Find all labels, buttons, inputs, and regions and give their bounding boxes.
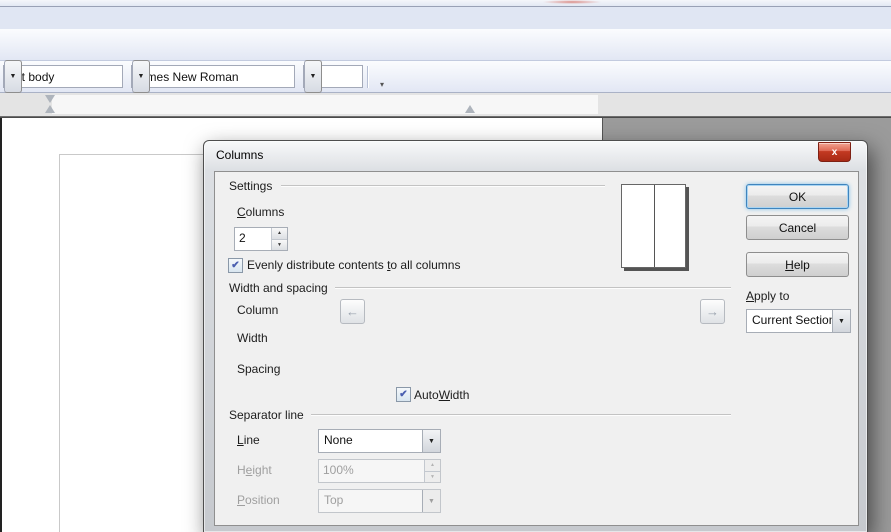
close-icon[interactable]: x bbox=[818, 142, 851, 162]
arrow-right-icon: → bbox=[706, 304, 719, 319]
standard-toolbar bbox=[0, 29, 891, 61]
separator-line-value: None bbox=[319, 430, 422, 452]
chevron-down-icon[interactable]: ▼ bbox=[422, 430, 440, 452]
separator-line-dropdown[interactable]: None ▼ bbox=[318, 429, 441, 453]
apply-to-dropdown[interactable]: Current Section ▼ bbox=[746, 309, 851, 333]
evenly-distribute-label: Evenly distribute contents to all column… bbox=[247, 258, 460, 272]
ruler-page-area bbox=[52, 95, 598, 114]
font-size-combo[interactable]: 12 ▼ bbox=[303, 65, 363, 88]
dialog-client-area: Settings Columns 2 ▲▼ ✔ Evenly distribut… bbox=[214, 171, 859, 526]
group-divider bbox=[281, 185, 605, 186]
help-button[interactable]: Help bbox=[746, 252, 849, 277]
chevron-down-icon[interactable]: ▼ bbox=[304, 60, 322, 93]
dialog-title: Columns bbox=[216, 148, 263, 162]
group-divider bbox=[335, 287, 731, 288]
position-label: Position bbox=[237, 493, 280, 507]
separator-group-label: Separator line bbox=[229, 408, 304, 422]
settings-group-label: Settings bbox=[229, 179, 272, 193]
spin-down-icon: ▼ bbox=[425, 472, 440, 483]
right-indent-marker[interactable] bbox=[465, 105, 475, 113]
height-label: Height bbox=[237, 463, 272, 477]
width-label: Width bbox=[237, 331, 268, 345]
first-line-indent-marker[interactable] bbox=[45, 95, 55, 103]
evenly-distribute-checkbox[interactable]: ✔ bbox=[228, 258, 243, 273]
apply-to-label: Apply to bbox=[746, 289, 789, 303]
separator-height-spinner: 100% ▲▼ bbox=[318, 459, 441, 483]
spin-up-icon: ▲ bbox=[425, 460, 440, 472]
autowidth-label: AutoWidth bbox=[414, 388, 469, 402]
chevron-down-icon[interactable]: ▼ bbox=[132, 60, 150, 93]
chevron-down-icon[interactable]: ▼ bbox=[832, 310, 850, 332]
columns-preview bbox=[621, 184, 686, 268]
column-row-label: Column bbox=[237, 303, 278, 317]
separator-height-value: 100% bbox=[319, 460, 424, 482]
window-top-border bbox=[0, 0, 891, 7]
columns-count-spinner[interactable]: 2 ▲▼ bbox=[234, 227, 288, 251]
spacing-label: Spacing bbox=[237, 362, 280, 376]
background-window-remnant bbox=[542, 0, 602, 4]
formatting-toolbar: ext body ▼ Times New Roman ▼ 12 ▼ ▾ bbox=[0, 61, 891, 93]
application-window: ext body ▼ Times New Roman ▼ 12 ▼ ▾ Colu… bbox=[0, 0, 891, 532]
arrow-left-icon: ← bbox=[346, 304, 359, 319]
spin-up-icon[interactable]: ▲ bbox=[272, 228, 287, 240]
autowidth-checkbox[interactable]: ✔ bbox=[396, 387, 411, 402]
separator-position-value: Top bbox=[319, 490, 422, 512]
line-label: Line bbox=[237, 433, 260, 447]
columns-label: Columns bbox=[237, 205, 284, 219]
spin-down-icon[interactable]: ▼ bbox=[272, 240, 287, 251]
chevron-down-icon[interactable]: ▼ bbox=[4, 60, 22, 93]
paragraph-style-combo[interactable]: ext body ▼ bbox=[3, 65, 123, 88]
ok-button[interactable]: OK bbox=[746, 184, 849, 209]
left-indent-marker[interactable] bbox=[45, 105, 55, 113]
menu-view[interactable] bbox=[8, 15, 26, 21]
separator-position-dropdown: Top ▼ bbox=[318, 489, 441, 513]
width-spacing-group-label: Width and spacing bbox=[229, 281, 328, 295]
group-divider bbox=[311, 414, 731, 415]
apply-to-value: Current Section bbox=[747, 310, 832, 332]
chevron-down-icon: ▼ bbox=[422, 490, 440, 512]
previous-column-button[interactable]: ← bbox=[340, 299, 365, 324]
font-name-combo[interactable]: Times New Roman ▼ bbox=[131, 65, 295, 88]
toolbar-overflow-icon[interactable]: ▾ bbox=[380, 80, 384, 92]
horizontal-ruler[interactable] bbox=[0, 93, 891, 117]
menu-bar bbox=[0, 7, 891, 29]
cancel-button[interactable]: Cancel bbox=[746, 215, 849, 240]
columns-count-value: 2 bbox=[235, 228, 271, 250]
columns-dialog: Columns x Settings Columns 2 ▲▼ ✔ Evenly… bbox=[203, 140, 868, 532]
next-column-button[interactable]: → bbox=[700, 299, 725, 324]
